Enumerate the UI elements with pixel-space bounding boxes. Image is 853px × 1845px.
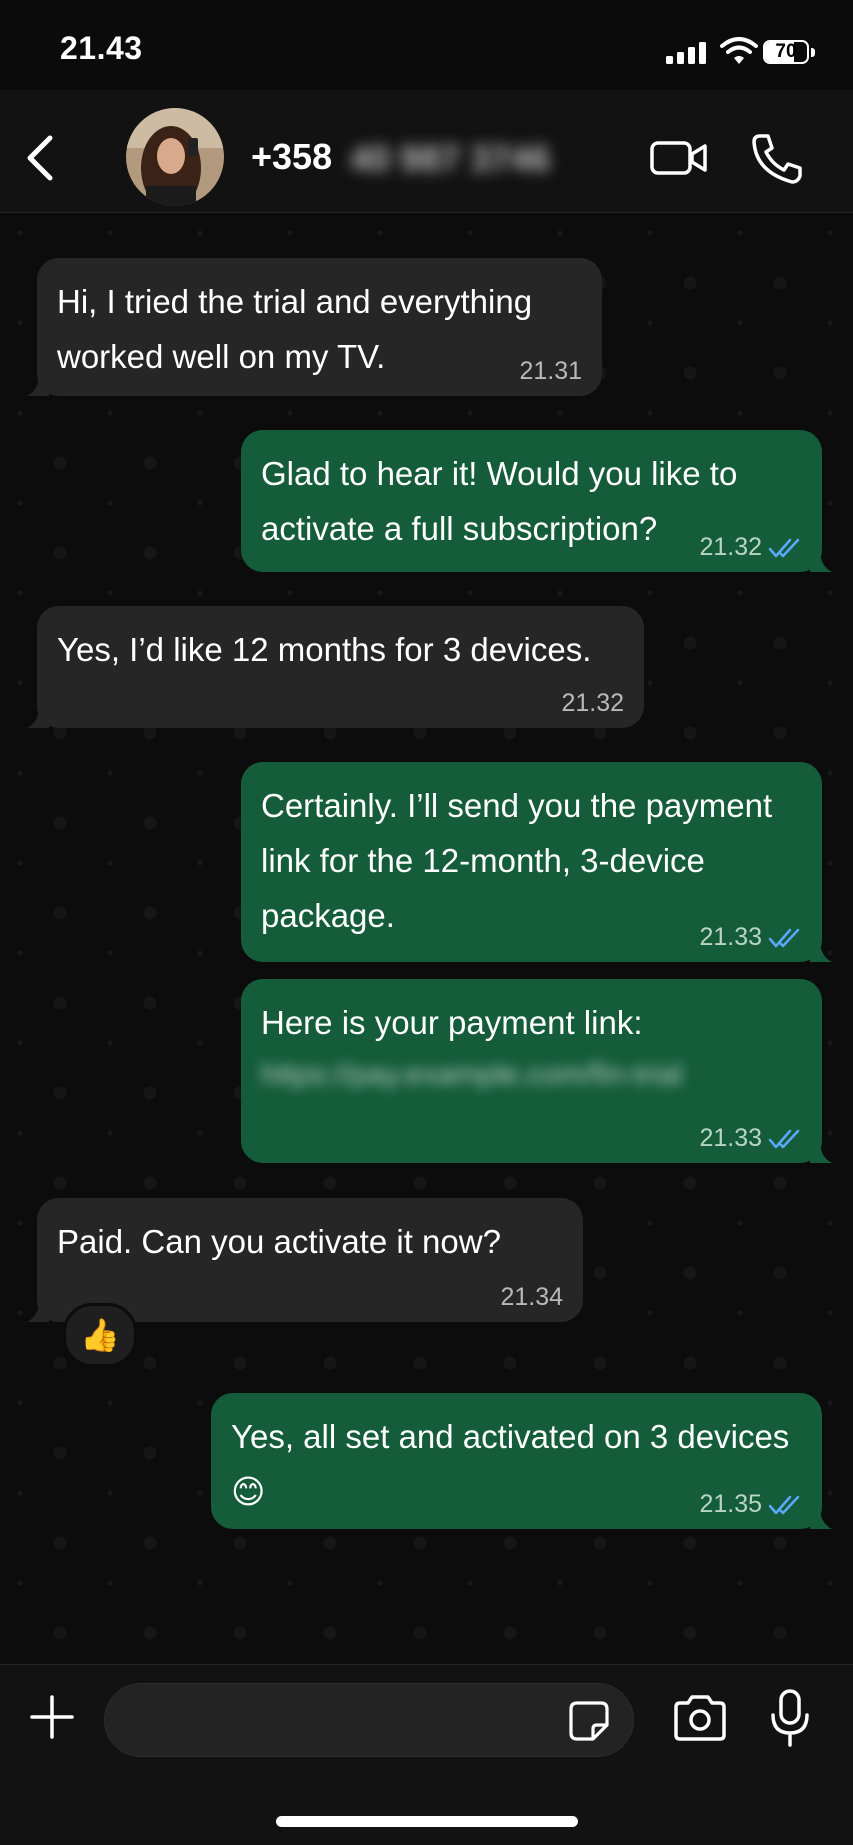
double-check-icon xyxy=(768,1129,800,1148)
cellular-signal-icon xyxy=(666,42,706,64)
double-check-icon xyxy=(768,538,800,557)
message-text: Paid. Can you activate it now? xyxy=(57,1223,501,1260)
video-camera-icon[interactable] xyxy=(650,140,708,176)
message-time: 21.32 xyxy=(699,533,762,561)
chat-area[interactable]: Hi, I tried the trial and everything wor… xyxy=(0,213,853,1663)
bubble-tail-icon xyxy=(810,1141,832,1163)
bubble-tail-icon xyxy=(27,1300,49,1322)
message-time: 21.33 xyxy=(699,1124,762,1152)
message-time: 21.31 xyxy=(519,357,582,385)
outgoing-message[interactable]: Glad to hear it! Would you like to activ… xyxy=(241,430,832,572)
message-input-field[interactable] xyxy=(104,1683,634,1758)
message-text: Yes, I’d like 12 months for 3 devices. xyxy=(57,631,592,668)
message-time: 21.34 xyxy=(500,1283,563,1311)
contact-number-redacted: 40 987 3746 xyxy=(350,138,551,179)
battery-indicator: 70 xyxy=(763,40,819,66)
status-time: 21.43 xyxy=(60,30,143,66)
avatar[interactable] xyxy=(126,108,224,206)
contact-number[interactable]: +358 xyxy=(251,136,332,178)
double-check-icon xyxy=(768,1495,800,1514)
bubble-tail-icon xyxy=(27,706,49,728)
phone-icon[interactable] xyxy=(752,132,802,184)
wifi-icon xyxy=(720,37,758,64)
payment-link[interactable]: https://pay.example.com/fin-trial xyxy=(261,1050,802,1100)
incoming-message[interactable]: Paid. Can you activate it now? 21.34 xyxy=(27,1198,583,1322)
message-text: Hi, I tried the trial and everything wor… xyxy=(57,283,533,375)
bubble-tail-icon xyxy=(27,374,49,396)
home-indicator xyxy=(276,1816,578,1827)
message-text: Here is your payment link: xyxy=(261,1004,643,1041)
message-input[interactable] xyxy=(129,1684,553,1758)
bubble-tail-icon xyxy=(810,1507,832,1529)
sticker-icon[interactable] xyxy=(567,1699,611,1743)
message-text: Certainly. I’ll send you the payment lin… xyxy=(261,787,773,934)
plus-icon[interactable] xyxy=(30,1695,74,1739)
message-time: 21.35 xyxy=(699,1490,762,1518)
outgoing-message[interactable]: Certainly. I’ll send you the payment lin… xyxy=(241,762,832,962)
incoming-message[interactable]: Hi, I tried the trial and everything wor… xyxy=(27,258,602,396)
message-time: 21.33 xyxy=(699,923,762,951)
message-time: 21.32 xyxy=(561,689,624,717)
incoming-message[interactable]: Yes, I’d like 12 months for 3 devices. 2… xyxy=(27,606,644,728)
thumbs-up-reaction[interactable]: 👍 xyxy=(63,1303,137,1367)
outgoing-message[interactable]: Here is your payment link: https://pay.e… xyxy=(241,979,832,1163)
double-check-icon xyxy=(768,928,800,947)
camera-icon[interactable] xyxy=(672,1695,728,1741)
chevron-left-icon[interactable] xyxy=(22,132,58,184)
microphone-icon[interactable] xyxy=(768,1689,812,1747)
bubble-tail-icon xyxy=(810,550,832,572)
bubble-tail-icon xyxy=(810,940,832,962)
battery-percentage: 70 xyxy=(775,41,797,62)
outgoing-message[interactable]: Yes, all set and activated on 3 devices … xyxy=(211,1393,832,1529)
chat-header: +358 40 987 3746 xyxy=(0,90,853,213)
